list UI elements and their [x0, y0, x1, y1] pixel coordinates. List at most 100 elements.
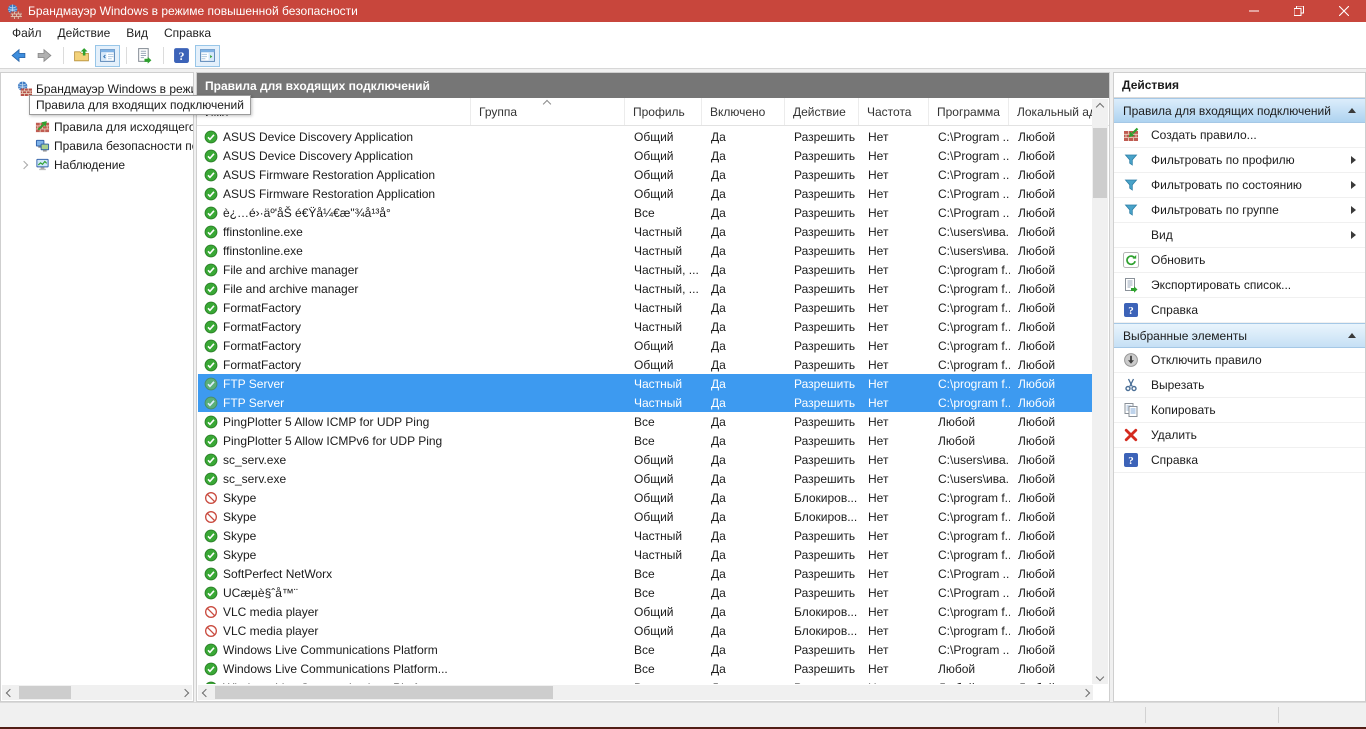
toolbar-console-tree-toggle-button[interactable]: [95, 45, 120, 67]
rule-row[interactable]: SkypeОбщийДаБлокиров...НетC:\program f..…: [198, 507, 1094, 526]
close-button[interactable]: [1321, 0, 1366, 22]
collapse-icon[interactable]: [1348, 333, 1356, 338]
rule-profile-cell: Все: [626, 203, 703, 222]
allow-rule-icon: [204, 567, 218, 581]
rule-row[interactable]: File and archive managerЧастный, ...ДаРа…: [198, 260, 1094, 279]
action-filter-by-state[interactable]: Фильтровать по состоянию: [1114, 173, 1365, 198]
pane-right-icon: [199, 47, 216, 64]
rule-row[interactable]: FormatFactoryОбщийДаРазрешитьНетC:\progr…: [198, 336, 1094, 355]
toolbar-back-button[interactable]: [6, 45, 31, 67]
column-header-action[interactable]: Действие: [785, 98, 859, 125]
scroll-thumb[interactable]: [19, 686, 71, 699]
restore-button[interactable]: [1276, 0, 1321, 22]
scroll-left-button[interactable]: [198, 685, 213, 700]
rule-row[interactable]: sc_serv.exeОбщийДаРазрешитьНетC:\users\и…: [198, 450, 1094, 469]
list-horizontal-scrollbar[interactable]: [198, 685, 1093, 700]
toolbar-show-in-folder-button[interactable]: [69, 45, 94, 67]
tree-item-outbound-rules[interactable]: Правила для исходящего п: [1, 117, 193, 136]
action-filter-by-group[interactable]: Фильтровать по группе: [1114, 198, 1365, 223]
column-header-enabled[interactable]: Включено: [702, 98, 785, 125]
action-export-list[interactable]: Экспортировать список...: [1114, 273, 1365, 298]
column-header-program[interactable]: Программа: [929, 98, 1009, 125]
toolbar-separator: [63, 47, 64, 64]
column-header-override[interactable]: Частота: [859, 98, 929, 125]
rule-row[interactable]: ASUS Device Discovery ApplicationОбщийДа…: [198, 127, 1094, 146]
toolbar-export-list-button[interactable]: [132, 45, 157, 67]
scroll-track[interactable]: [17, 685, 177, 700]
rule-row[interactable]: File and archive managerЧастный, ...ДаРа…: [198, 279, 1094, 298]
rule-row[interactable]: Windows Live Communications Platform...В…: [198, 659, 1094, 678]
rule-row[interactable]: ASUS Firmware Restoration ApplicationОбщ…: [198, 165, 1094, 184]
action-copy[interactable]: Копировать: [1114, 398, 1365, 423]
toolbar-help-button[interactable]: ?: [169, 45, 194, 67]
rule-row[interactable]: SkypeОбщийДаБлокиров...НетC:\program f..…: [198, 488, 1094, 507]
rule-override-cell: Нет: [860, 507, 930, 526]
rule-row[interactable]: ASUS Device Discovery ApplicationОбщийДа…: [198, 146, 1094, 165]
menu-action[interactable]: Действие: [50, 23, 119, 43]
menu-file[interactable]: Файл: [4, 23, 50, 43]
action-section-header-0[interactable]: Правила для входящих подключений: [1114, 98, 1365, 123]
menu-help[interactable]: Справка: [156, 23, 219, 43]
scroll-up-button[interactable]: [1092, 99, 1107, 114]
collapse-icon[interactable]: [1348, 108, 1356, 113]
action-cut[interactable]: Вырезать: [1114, 373, 1365, 398]
rule-row[interactable]: FTP ServerЧастныйДаРазрешитьНетC:\progra…: [198, 393, 1094, 412]
toolbar-action-pane-toggle-button[interactable]: [195, 45, 220, 67]
rule-action-cell: Разрешить: [786, 469, 860, 488]
rule-row[interactable]: SoftPerfect NetWorxВсеДаРазрешитьНетC:\P…: [198, 564, 1094, 583]
action-refresh[interactable]: Обновить: [1114, 248, 1365, 273]
rule-row[interactable]: VLC media playerОбщийДаБлокиров...НетC:\…: [198, 602, 1094, 621]
rule-row[interactable]: SkypeЧастныйДаРазрешитьНетC:\program f..…: [198, 526, 1094, 545]
rule-row[interactable]: Windows Live Communications PlatformВсеД…: [198, 640, 1094, 659]
action-disable-rule[interactable]: Отключить правило: [1114, 348, 1365, 373]
rule-local-cell: Любой: [1010, 583, 1094, 602]
rule-row[interactable]: ASUS Firmware Restoration ApplicationОбщ…: [198, 184, 1094, 203]
rule-local-cell: Любой: [1010, 127, 1094, 146]
column-header-group[interactable]: Группа: [471, 98, 625, 125]
toolbar-forward-button[interactable]: [32, 45, 57, 67]
rule-row[interactable]: PingPlotter 5 Allow ICMP for UDP PingВсе…: [198, 412, 1094, 431]
column-header-local[interactable]: Локальный ад: [1009, 98, 1093, 125]
rule-enabled-cell: Да: [703, 621, 786, 640]
rule-row[interactable]: FormatFactoryЧастныйДаРазрешитьНетC:\pro…: [198, 317, 1094, 336]
rule-row[interactable]: UCæµè§ˆå™¨ВсеДаРазрешитьНетC:\Program ..…: [198, 583, 1094, 602]
rule-row[interactable]: FormatFactoryЧастныйДаРазрешитьНетC:\pro…: [198, 298, 1094, 317]
menu-view[interactable]: Вид: [118, 23, 156, 43]
rule-row[interactable]: sc_serv.exeОбщийДаРазрешитьНетC:\users\и…: [198, 469, 1094, 488]
action-help[interactable]: ?Справка: [1114, 448, 1365, 473]
scroll-right-button[interactable]: [177, 685, 192, 700]
rule-row[interactable]: ffinstonline.exeЧастныйДаРазрешитьНетC:\…: [198, 241, 1094, 260]
rule-row[interactable]: ffinstonline.exeЧастныйДаРазрешитьНетC:\…: [198, 222, 1094, 241]
rule-row[interactable]: FormatFactoryОбщийДаРазрешитьНетC:\progr…: [198, 355, 1094, 374]
scroll-thumb[interactable]: [1093, 128, 1107, 198]
scroll-track[interactable]: [1092, 114, 1108, 669]
rule-row[interactable]: VLC media playerОбщийДаБлокиров...НетC:\…: [198, 621, 1094, 640]
scroll-track[interactable]: [213, 685, 1078, 700]
console-tree: Брандмауэр Windows в режимПравила для вх…: [0, 72, 194, 702]
list-vertical-scrollbar[interactable]: [1092, 99, 1108, 684]
rule-program-cell: C:\program f...: [930, 317, 1010, 336]
rule-row[interactable]: SkypeЧастныйДаРазрешитьНетC:\program f..…: [198, 545, 1094, 564]
minimize-button[interactable]: [1231, 0, 1276, 22]
action-help[interactable]: ?Справка: [1114, 298, 1365, 323]
action-section-header-1[interactable]: Выбранные элементы: [1114, 323, 1365, 348]
allow-rule-icon: [204, 681, 218, 685]
tree-horizontal-scrollbar[interactable]: [2, 685, 192, 700]
scroll-down-button[interactable]: [1092, 669, 1107, 684]
scroll-thumb[interactable]: [215, 686, 553, 699]
action-new-rule[interactable]: Создать правило...: [1114, 123, 1365, 148]
scroll-right-button[interactable]: [1078, 685, 1093, 700]
expand-chevron-icon[interactable]: [19, 162, 29, 168]
action-filter-by-profile[interactable]: Фильтровать по профилю: [1114, 148, 1365, 173]
rule-row[interactable]: FTP ServerЧастныйДаРазрешитьНетC:\progra…: [198, 374, 1094, 393]
tree-item-connection-security-rules[interactable]: Правила безопасности по,: [1, 136, 193, 155]
rule-program-cell: C:\Program ...: [930, 640, 1010, 659]
action-delete[interactable]: Удалить: [1114, 423, 1365, 448]
column-header-profile[interactable]: Профиль: [625, 98, 702, 125]
rule-row[interactable]: è¿…é›·äº'åŠ é€Ÿå¼€æ"¾å¹³å°ВсеДаРазрешить…: [198, 203, 1094, 222]
tree-item-monitoring[interactable]: Наблюдение: [1, 155, 193, 174]
rule-row[interactable]: Windows Live Communications PlatformВсеД…: [198, 678, 1094, 684]
scroll-left-button[interactable]: [2, 685, 17, 700]
rule-row[interactable]: PingPlotter 5 Allow ICMPv6 for UDP PingВ…: [198, 431, 1094, 450]
action-view[interactable]: Вид: [1114, 223, 1365, 248]
